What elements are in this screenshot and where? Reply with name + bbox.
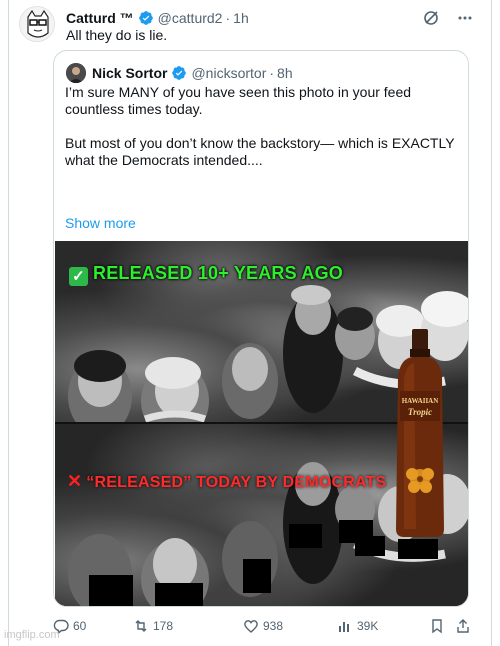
show-more-link[interactable]: Show more xyxy=(65,215,136,231)
cross-emoji-icon: ✕ xyxy=(67,471,83,491)
repost-count: 178 xyxy=(153,619,174,633)
bottle-label-tropic: Tropic xyxy=(408,407,432,417)
released-caption-text: RELEASED 10+ YEARS AGO xyxy=(93,263,343,283)
share-action[interactable] xyxy=(455,618,471,634)
more-icon[interactable] xyxy=(456,9,474,27)
quoted-header: Nick Sortor @nicksortor · 8h xyxy=(66,63,293,83)
quoted-separator: · xyxy=(269,65,275,81)
quoted-paragraph-1: I’m sure MANY of you have seen this phot… xyxy=(65,84,412,117)
redaction-box xyxy=(289,524,322,548)
quoted-text: I’m sure MANY of you have seen this phot… xyxy=(65,84,461,186)
quoted-tweet[interactable]: Nick Sortor @nicksortor · 8h I’m sure MA… xyxy=(53,50,469,607)
quoted-avatar[interactable] xyxy=(66,63,86,83)
quoted-timestamp[interactable]: 8h xyxy=(277,65,293,81)
redaction-box xyxy=(89,575,133,606)
tweet-timestamp[interactable]: 1h xyxy=(233,10,249,26)
tanning-oil-bottle: HAWAIIAN Tropic xyxy=(396,329,444,537)
redaction-box xyxy=(355,536,385,556)
democrats-caption: ✕ “RELEASED” TODAY BY DEMOCRATS xyxy=(67,471,386,492)
like-icon xyxy=(244,620,258,633)
grok-icon[interactable] xyxy=(422,9,440,27)
quoted-verified-badge-icon xyxy=(172,66,187,80)
views-icon xyxy=(339,622,349,632)
quoted-handle[interactable]: @nicksortor xyxy=(191,65,266,81)
bookmark-action[interactable] xyxy=(429,618,445,634)
redaction-box xyxy=(243,559,271,593)
quoted-paragraph-2: But most of you don’t know the backstory… xyxy=(65,135,455,168)
released-caption: ✓ RELEASED 10+ YEARS AGO xyxy=(69,263,343,286)
share-icon xyxy=(457,619,469,633)
reply-count: 60 xyxy=(73,619,87,633)
check-emoji-icon: ✓ xyxy=(69,267,88,286)
header-separator: · xyxy=(225,10,231,26)
redaction-box xyxy=(155,583,203,606)
author-avatar[interactable] xyxy=(19,6,55,42)
bookmark-icon xyxy=(432,619,442,634)
author-handle[interactable]: @catturd2 xyxy=(158,10,223,26)
democrats-caption-text: “RELEASED” TODAY BY DEMOCRATS xyxy=(86,474,387,491)
like-count: 938 xyxy=(263,619,284,633)
bottle-label-brand: HAWAIIAN xyxy=(402,397,439,405)
repost-icon xyxy=(135,620,147,632)
like-action[interactable]: 938 xyxy=(243,618,283,634)
verified-badge-icon xyxy=(138,11,153,25)
tweet-text: All they do is lie. xyxy=(66,27,168,43)
repost-action[interactable]: 178 xyxy=(133,618,173,634)
views-action[interactable]: 39K xyxy=(337,618,378,634)
action-bar: 60 178 938 39K xyxy=(53,616,473,636)
redaction-box xyxy=(398,539,438,559)
author-name[interactable]: Catturd ™ xyxy=(66,10,134,26)
quoted-media-image[interactable]: ✓ RELEASED 10+ YEARS AGO ✕ “RELEASED” TODA… xyxy=(55,241,468,606)
views-count: 39K xyxy=(357,619,379,633)
header-actions xyxy=(422,8,474,28)
quoted-name[interactable]: Nick Sortor xyxy=(92,65,167,81)
imgflip-watermark: imgflip.com xyxy=(4,629,60,641)
